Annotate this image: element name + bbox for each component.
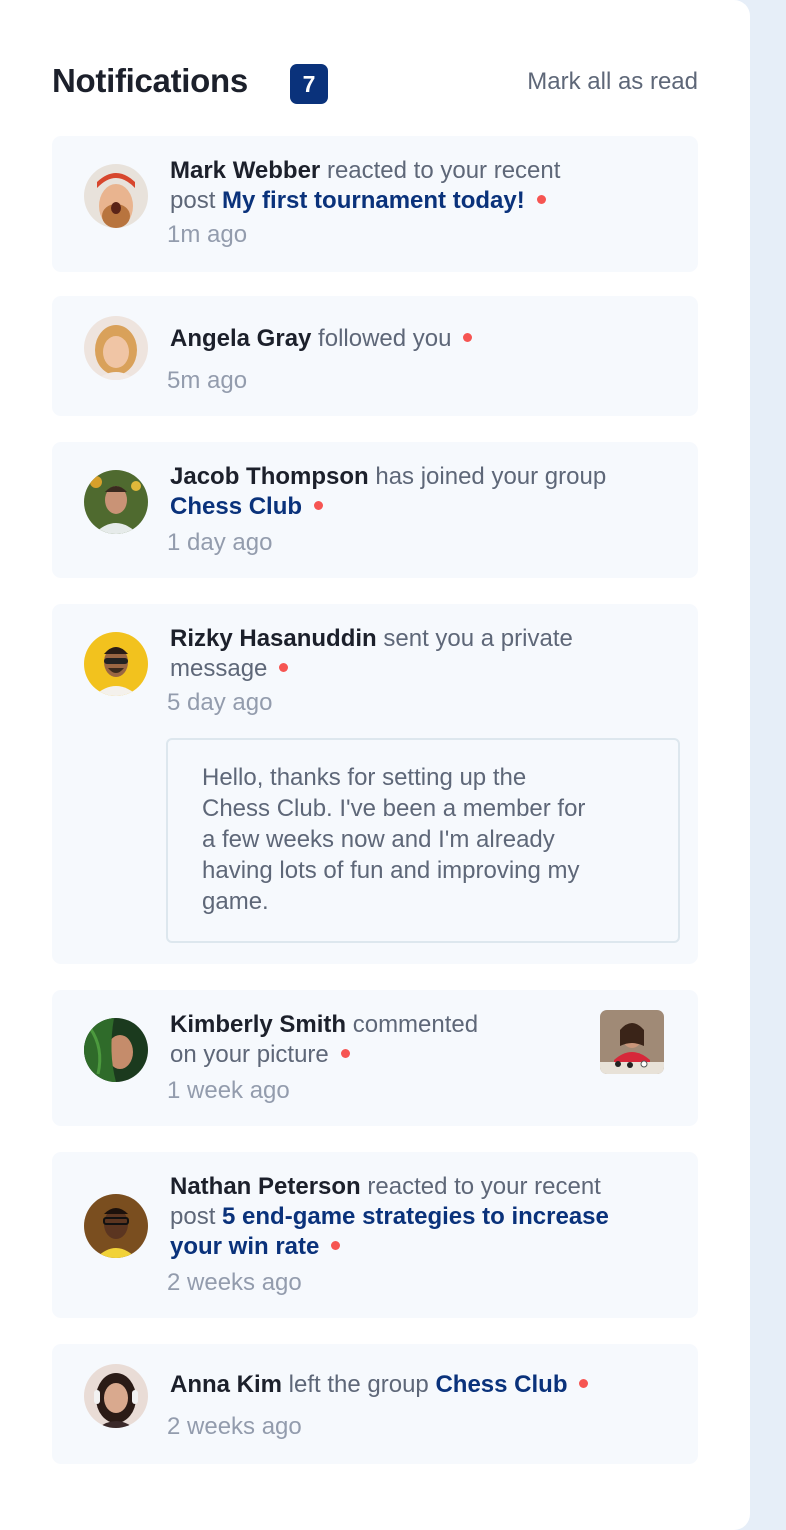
message-line: game. xyxy=(202,888,269,915)
notification-line-2: post 5 end-game strategies to increase xyxy=(170,1202,609,1232)
private-message-preview[interactable]: Hello, thanks for setting up the Chess C… xyxy=(166,738,680,943)
unread-dot-icon xyxy=(340,1049,350,1059)
post-link[interactable]: My first tournament today! xyxy=(222,187,525,214)
group-link[interactable]: Chess Club xyxy=(170,493,302,520)
user-name[interactable]: Rizky Hasanuddin xyxy=(170,625,377,652)
notification-action: message xyxy=(170,655,268,682)
notification-action: followed you xyxy=(311,325,452,352)
user-name[interactable]: Kimberly Smith xyxy=(170,1011,346,1038)
chess-picture-thumbnail[interactable] xyxy=(600,1010,664,1074)
unread-count-badge: 7 xyxy=(290,64,328,104)
message-line: having lots of fun and improving my xyxy=(202,857,580,884)
message-line: Chess Club. I've been a member for xyxy=(202,795,586,822)
notification-action: reacted to your recent xyxy=(320,157,561,184)
user-name[interactable]: Angela Gray xyxy=(170,325,311,352)
notification-line-3: your win rate xyxy=(170,1232,341,1262)
user-name[interactable]: Nathan Peterson xyxy=(170,1173,361,1200)
unread-dot-icon xyxy=(536,195,546,205)
user-name[interactable]: Anna Kim xyxy=(170,1371,282,1398)
notification-line-2: message xyxy=(170,654,289,684)
message-line: a few weeks now and I'm already xyxy=(202,826,555,853)
post-link[interactable]: 5 end-game strategies to increase xyxy=(222,1203,609,1230)
notification-action: post xyxy=(170,187,223,214)
notification-action: reacted to your recent xyxy=(360,1173,601,1200)
mark-all-as-read-button[interactable]: Mark all as read xyxy=(527,68,698,96)
message-line: Hello, thanks for setting up the xyxy=(202,764,527,791)
notification-line-1: Anna Kim left the group Chess Club xyxy=(170,1370,589,1400)
avatar[interactable] xyxy=(84,1018,148,1082)
notification-item[interactable]: Jacob Thompson has joined your group Che… xyxy=(52,442,698,578)
notification-line-1: Nathan Peterson reacted to your recent xyxy=(170,1172,601,1202)
notification-line-1: Mark Webber reacted to your recent xyxy=(170,156,560,186)
header: Notifications 7 Mark all as read xyxy=(52,60,698,104)
timestamp: 1m ago xyxy=(167,221,248,248)
avatar[interactable] xyxy=(84,632,148,696)
notification-item[interactable]: Kimberly Smith commented on your picture… xyxy=(52,990,698,1126)
notification-line-2: Chess Club xyxy=(170,492,324,522)
notification-action: sent you a private xyxy=(376,625,573,652)
unread-dot-icon xyxy=(314,501,324,511)
notifications-panel: Notifications 7 Mark all as read Mark We… xyxy=(0,0,750,1530)
timestamp: 5 day ago xyxy=(167,689,273,716)
notification-action: left the group xyxy=(282,1371,436,1398)
notification-item[interactable]: Nathan Peterson reacted to your recent p… xyxy=(52,1152,698,1318)
notification-item[interactable]: Anna Kim left the group Chess Club 2 wee… xyxy=(52,1344,698,1464)
page-title: Notifications xyxy=(52,62,248,99)
notification-line-1: Angela Gray followed you xyxy=(170,324,473,354)
timestamp: 2 weeks ago xyxy=(167,1269,302,1296)
notification-action: has joined your group xyxy=(368,463,607,490)
notification-action: commented xyxy=(346,1011,479,1038)
unread-dot-icon xyxy=(579,1379,589,1389)
avatar[interactable] xyxy=(84,316,148,380)
notification-action: post xyxy=(170,1203,223,1230)
notification-line-2: on your picture xyxy=(170,1040,350,1070)
avatar[interactable] xyxy=(84,164,148,228)
unread-dot-icon xyxy=(463,333,473,343)
timestamp: 1 week ago xyxy=(167,1077,290,1104)
notification-line-1: Kimberly Smith commented xyxy=(170,1010,478,1040)
timestamp: 2 weeks ago xyxy=(167,1413,302,1440)
post-link[interactable]: your win rate xyxy=(170,1233,319,1260)
avatar[interactable] xyxy=(84,1194,148,1258)
notification-line-2: post My first tournament today! xyxy=(170,186,546,216)
notification-line-1: Jacob Thompson has joined your group xyxy=(170,462,606,492)
unread-dot-icon xyxy=(331,1241,341,1251)
notification-action: on your picture xyxy=(170,1041,329,1068)
notification-item[interactable]: Angela Gray followed you 5m ago xyxy=(52,296,698,416)
user-name[interactable]: Mark Webber xyxy=(170,157,320,184)
notification-item[interactable]: Mark Webber reacted to your recent post … xyxy=(52,136,698,272)
user-name[interactable]: Jacob Thompson xyxy=(170,463,369,490)
notification-item[interactable]: Rizky Hasanuddin sent you a private mess… xyxy=(52,604,698,964)
unread-dot-icon xyxy=(279,663,289,673)
avatar[interactable] xyxy=(84,1364,148,1428)
notification-line-1: Rizky Hasanuddin sent you a private xyxy=(170,624,573,654)
avatar[interactable] xyxy=(84,470,148,534)
group-link[interactable]: Chess Club xyxy=(435,1371,567,1398)
timestamp: 5m ago xyxy=(167,367,248,394)
timestamp: 1 day ago xyxy=(167,529,273,556)
